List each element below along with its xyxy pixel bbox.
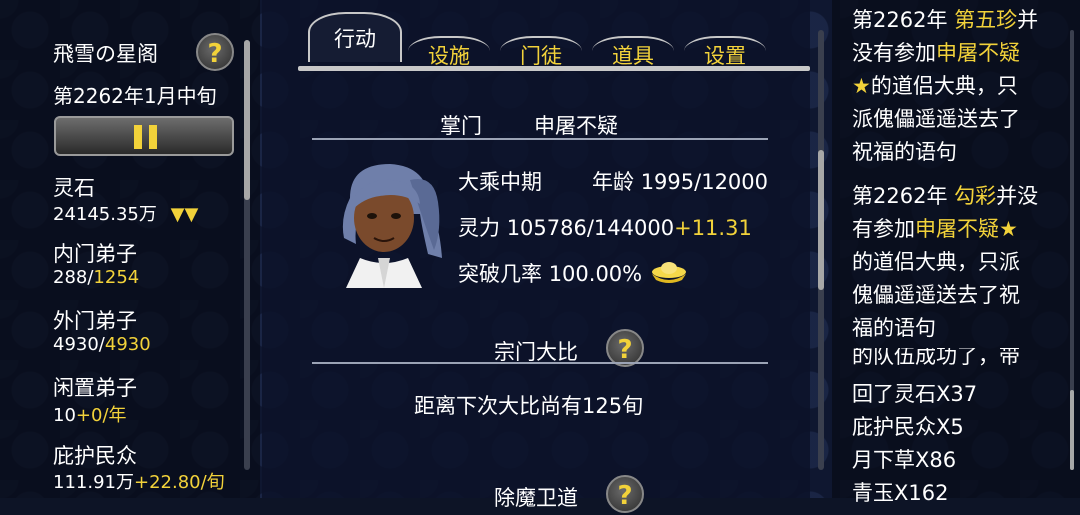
leader-divider <box>312 138 768 140</box>
pause-icon-bar <box>149 125 157 149</box>
protected-people-value: 111.91万+22.80/旬 <box>53 468 225 494</box>
inner-max: 1254 <box>93 267 140 288</box>
idle-disciples-label: 闲置弟子 <box>53 376 137 400</box>
leader-breakthrough: 突破几率 100.00% <box>458 258 642 288</box>
left-scrollbar[interactable] <box>244 40 250 470</box>
power-value: 105786/144000 <box>506 216 675 240</box>
log-scrollbar-thumb[interactable] <box>1070 390 1074 470</box>
leader-title-label: 掌门 <box>440 114 482 138</box>
log-line: 祝福的语句 <box>852 140 957 164</box>
power-label: 灵力 <box>458 216 500 240</box>
log-line: 第2262年 第五珍并 <box>852 4 1038 34</box>
tab-items[interactable]: 道具 <box>592 36 674 74</box>
protect-rate: +22.80/旬 <box>133 472 225 493</box>
spirit-stone-amount: 24145.35万 <box>53 204 157 225</box>
tab-settings[interactable]: 设置 <box>684 36 766 74</box>
left-scrollbar-thumb[interactable] <box>244 40 250 200</box>
inner-disciples-label: 内门弟子 <box>53 242 137 266</box>
outer-disciples-label: 外门弟子 <box>53 309 137 333</box>
protect-value: 111.91万 <box>53 472 134 493</box>
demon-title: 除魔卫道 <box>494 486 578 510</box>
tab-disciples[interactable]: 门徒 <box>500 36 582 74</box>
leader-age: 年龄 1995/12000 <box>592 166 768 196</box>
log-line: 第2262年 勾彩并没 <box>852 180 1038 210</box>
log-person[interactable]: 第五珍 <box>954 8 1017 32</box>
log-person[interactable]: 申屠不疑★ <box>915 217 1018 241</box>
tournament-countdown: 距离下次大比尚有125旬 <box>414 394 644 418</box>
spirit-stone-value: 24145.35万 ▼▼ <box>53 200 198 226</box>
outer-disciples-value: 4930/4930 <box>53 334 151 355</box>
tab-facilities[interactable]: 设施 <box>408 36 490 74</box>
leader-power: 灵力 105786/144000+11.31 <box>458 212 752 242</box>
idle-rate: +0/年 <box>75 405 127 426</box>
center-scrollbar-thumb[interactable] <box>818 150 824 290</box>
break-value: 100.00% <box>548 262 643 286</box>
outer-current: 4930/ <box>53 334 105 355</box>
break-label: 突破几率 <box>458 262 542 286</box>
log-line: 没有参加申屠不疑 <box>852 37 1020 67</box>
log-scrollbar[interactable] <box>1070 30 1074 470</box>
log-person[interactable]: 勾彩 <box>954 184 996 208</box>
log-text: 第2262年 <box>852 184 948 208</box>
trend-down-icon: ▼▼ <box>170 204 199 225</box>
inner-disciples-value: 288/1254 <box>53 267 139 288</box>
spirit-stone-label: 灵石 <box>53 176 95 200</box>
sect-help-button[interactable]: ? <box>196 33 234 71</box>
protected-people-label: 庇护民众 <box>53 444 137 468</box>
age-label: 年龄 <box>592 170 634 194</box>
gold-ingot-icon[interactable] <box>650 260 688 284</box>
tournament-divider <box>312 362 768 364</box>
log-line: 回了灵石X37 <box>852 382 978 406</box>
tab-action[interactable]: 行动 <box>308 12 402 62</box>
log-text: 第2262年 <box>852 8 948 32</box>
log-line: 傀儡遥遥送去了祝 <box>852 283 1020 307</box>
log-line: 青玉X162 <box>852 481 949 505</box>
log-text: 没有参加 <box>852 41 936 65</box>
age-value: 1995/12000 <box>640 170 769 194</box>
log-text: 并 <box>1017 8 1039 32</box>
log-line: 派傀儡遥遥送去了 <box>852 107 1020 131</box>
log-line: 月下草X86 <box>852 448 957 472</box>
leader-realm: 大乘中期 <box>458 170 542 194</box>
log-line: ★的道侣大典，只 <box>852 70 1018 100</box>
log-line: 庇护民众X5 <box>852 415 964 439</box>
leader-portrait[interactable] <box>330 158 444 288</box>
sect-name: 飛雪の星阁 <box>53 42 158 66</box>
star-icon: ★ <box>852 74 871 98</box>
leader-name[interactable]: 申屠不疑 <box>534 110 618 140</box>
demon-help-button[interactable]: ? <box>606 475 644 513</box>
log-text: 的道侣大典，只 <box>870 74 1018 98</box>
log-line: 有参加申屠不疑★ <box>852 213 1018 243</box>
outer-max: 4930 <box>104 334 151 355</box>
idle-value: 10 <box>53 405 76 426</box>
inner-current: 288/ <box>53 267 94 288</box>
pause-icon <box>134 125 142 149</box>
log-line: 的道侣大典，只派 <box>852 250 1020 274</box>
pause-button[interactable] <box>54 116 234 156</box>
log-line: 福的语句 <box>852 316 936 340</box>
log-text: 有参加 <box>852 217 915 241</box>
idle-disciples-value: 10+0/年 <box>53 401 127 427</box>
game-date: 第2262年1月中旬 <box>53 84 217 108</box>
power-rate: +11.31 <box>674 216 752 240</box>
log-text: 并没 <box>996 184 1039 208</box>
center-scrollbar[interactable] <box>818 30 824 470</box>
log-person[interactable]: 申屠不疑 <box>936 41 1020 65</box>
